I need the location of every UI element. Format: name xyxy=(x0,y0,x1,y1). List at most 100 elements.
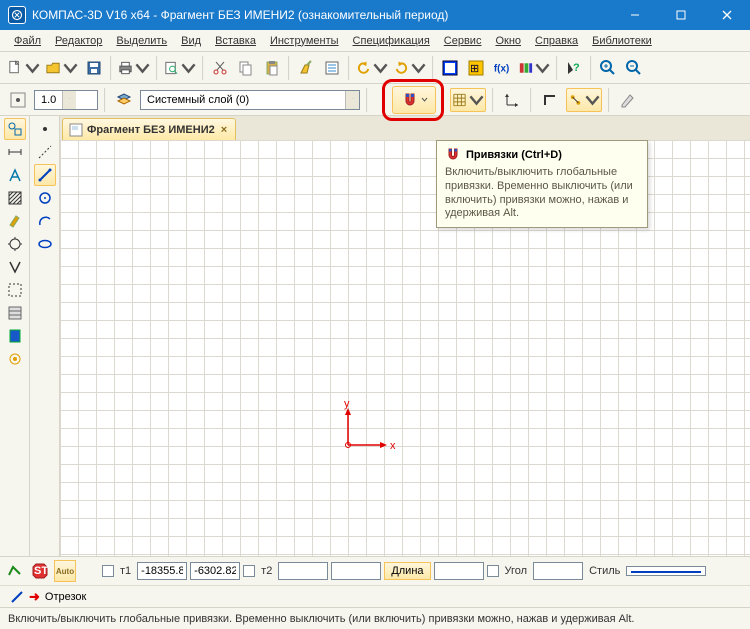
insert-tool[interactable] xyxy=(4,348,26,370)
state-toolbar: 1.0 Системный слой (0) xyxy=(0,84,750,116)
minimize-button[interactable] xyxy=(612,0,658,30)
report-tool[interactable] xyxy=(4,325,26,347)
layer-combo[interactable]: Системный слой (0) xyxy=(140,90,360,110)
magnet-icon xyxy=(445,147,461,163)
svg-text:?: ? xyxy=(573,62,580,74)
coord-icon[interactable] xyxy=(500,88,524,112)
zoom-in-button[interactable] xyxy=(596,56,620,80)
t1-label: т1 xyxy=(117,565,134,577)
menu-select[interactable]: Выделить xyxy=(110,33,173,49)
grid-button[interactable] xyxy=(450,88,486,112)
aux-line-tool[interactable] xyxy=(34,141,56,163)
params-tool[interactable] xyxy=(4,233,26,255)
document-tab[interactable]: Фрагмент БЕЗ ИМЕНИ2 × xyxy=(62,118,236,140)
help-button[interactable]: ? xyxy=(562,56,586,80)
style-label: Стиль xyxy=(586,565,623,577)
x2-input[interactable] xyxy=(278,562,328,580)
menu-spec[interactable]: Спецификация xyxy=(347,33,436,49)
t1-lock[interactable] xyxy=(102,565,114,577)
libs-button[interactable] xyxy=(516,56,552,80)
create-button[interactable] xyxy=(4,560,26,582)
angle-input[interactable] xyxy=(533,562,583,580)
angle-label: Угол xyxy=(502,565,531,577)
style-selector[interactable] xyxy=(626,566,706,576)
menu-file[interactable]: Файл xyxy=(8,33,47,49)
menu-editor[interactable]: Редактор xyxy=(49,33,108,49)
tab-close[interactable]: × xyxy=(219,124,229,136)
svg-text:f(x): f(x) xyxy=(494,63,509,74)
svg-text:STOP: STOP xyxy=(34,565,49,577)
select-tool[interactable] xyxy=(4,279,26,301)
undo-button[interactable] xyxy=(354,56,390,80)
state-icon[interactable] xyxy=(6,88,30,112)
menu-libs[interactable]: Библиотеки xyxy=(586,33,658,49)
hatch-tool[interactable] xyxy=(4,187,26,209)
svg-text:⊞: ⊞ xyxy=(470,63,479,75)
ellipse-tool[interactable] xyxy=(34,233,56,255)
arc-tool[interactable] xyxy=(34,210,56,232)
new-button[interactable] xyxy=(6,56,42,80)
spec-tool[interactable] xyxy=(4,302,26,324)
edit-mode-button[interactable] xyxy=(616,88,640,112)
svg-text:x: x xyxy=(390,440,396,452)
edit-tool[interactable] xyxy=(4,210,26,232)
menu-view[interactable]: Вид xyxy=(175,33,207,49)
length-label[interactable]: Длина xyxy=(384,562,430,580)
text-tool[interactable] xyxy=(4,164,26,186)
save-button[interactable] xyxy=(82,56,106,80)
menu-help[interactable]: Справка xyxy=(529,33,584,49)
svg-text:y: y xyxy=(344,398,350,410)
main-toolbar: ⊞ f(x) ? xyxy=(0,52,750,84)
open-button[interactable] xyxy=(44,56,80,80)
round-button[interactable] xyxy=(566,88,602,112)
x1-input[interactable] xyxy=(137,562,187,580)
auto-button[interactable]: Auto xyxy=(54,560,76,582)
drawing-area[interactable]: x y Привязки (Ctrl+D) Включить/выключить… xyxy=(60,140,750,556)
manager-button[interactable] xyxy=(438,56,462,80)
y2-input[interactable] xyxy=(331,562,381,580)
paste-button[interactable] xyxy=(260,56,284,80)
t2-lock[interactable] xyxy=(243,565,255,577)
circle-tool[interactable] xyxy=(34,187,56,209)
ortho-button[interactable] xyxy=(538,88,562,112)
variables-button[interactable]: ⊞ xyxy=(464,56,488,80)
print-button[interactable] xyxy=(116,56,152,80)
close-button[interactable] xyxy=(704,0,750,30)
command-row: ➜ Отрезок xyxy=(0,585,750,607)
preview-button[interactable] xyxy=(162,56,198,80)
t2-label: т2 xyxy=(258,565,275,577)
fx-button[interactable]: f(x) xyxy=(490,56,514,80)
stop-button[interactable]: STOP xyxy=(29,560,51,582)
redo-button[interactable] xyxy=(392,56,428,80)
window-title: КОМПАС-3D V16 x64 - Фрагмент БЕЗ ИМЕНИ2 … xyxy=(32,8,612,22)
dimensions-tool[interactable] xyxy=(4,141,26,163)
tooltip-body: Включить/выключить глобальные привязки. … xyxy=(445,166,639,221)
layers-icon[interactable] xyxy=(112,88,136,112)
tab-label: Фрагмент БЕЗ ИМЕНИ2 xyxy=(87,124,215,136)
cut-button[interactable] xyxy=(208,56,232,80)
scale-combo[interactable]: 1.0 xyxy=(34,90,98,110)
point-tool[interactable] xyxy=(34,118,56,140)
snaps-button[interactable] xyxy=(392,86,436,114)
copy-button[interactable] xyxy=(234,56,258,80)
y1-input[interactable] xyxy=(190,562,240,580)
params-row: STOP Auto т1 т2 Длина Угол Стиль xyxy=(0,557,750,585)
arrow-icon: ➜ xyxy=(29,589,40,605)
measure-tool[interactable] xyxy=(4,256,26,278)
zoom-out-button[interactable] xyxy=(622,56,646,80)
menu-tools[interactable]: Инструменты xyxy=(264,33,345,49)
menu-window[interactable]: Окно xyxy=(489,33,527,49)
cmd-icon xyxy=(10,590,24,604)
menu-service[interactable]: Сервис xyxy=(438,33,488,49)
length-input[interactable] xyxy=(434,562,484,580)
maximize-button[interactable] xyxy=(658,0,704,30)
tooltip-title: Привязки (Ctrl+D) xyxy=(466,149,562,161)
clean-button[interactable] xyxy=(294,56,318,80)
command-text: Отрезок xyxy=(45,591,86,603)
status-text: Включить/выключить глобальные привязки. … xyxy=(8,613,634,625)
menu-insert[interactable]: Вставка xyxy=(209,33,262,49)
segment-tool[interactable] xyxy=(34,164,56,186)
angle-lock[interactable] xyxy=(487,565,499,577)
properties-button[interactable] xyxy=(320,56,344,80)
geometry-tool[interactable] xyxy=(4,118,26,140)
